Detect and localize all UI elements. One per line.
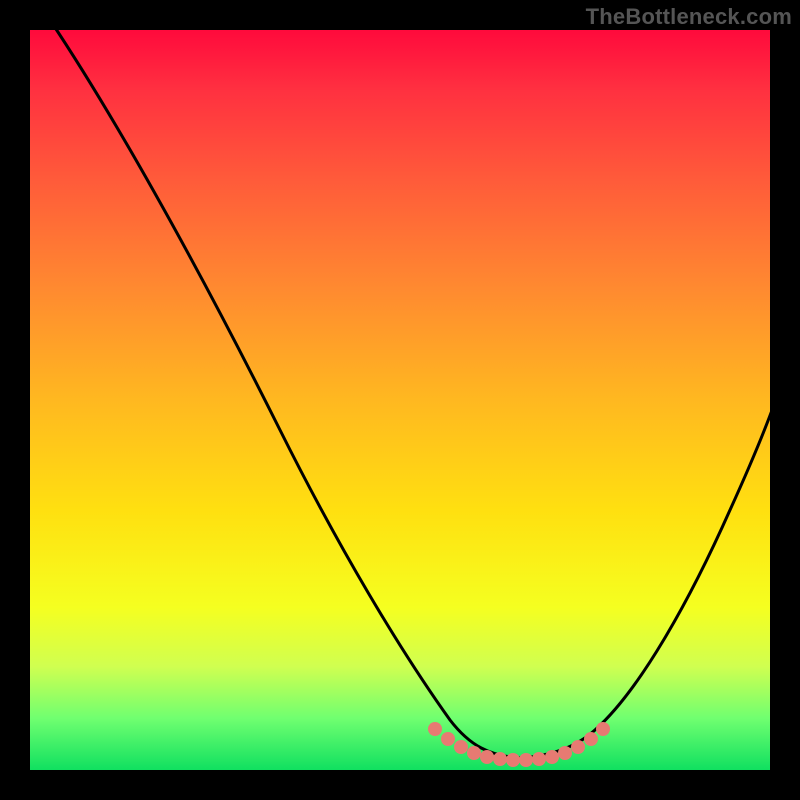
watermark-text: TheBottleneck.com: [586, 4, 792, 30]
chart-frame: TheBottleneck.com: [0, 0, 800, 800]
plot-area: [30, 30, 770, 770]
curve-left-arm: [50, 20, 520, 758]
curve-right-arm: [520, 402, 775, 758]
bottleneck-curve: [30, 30, 770, 770]
